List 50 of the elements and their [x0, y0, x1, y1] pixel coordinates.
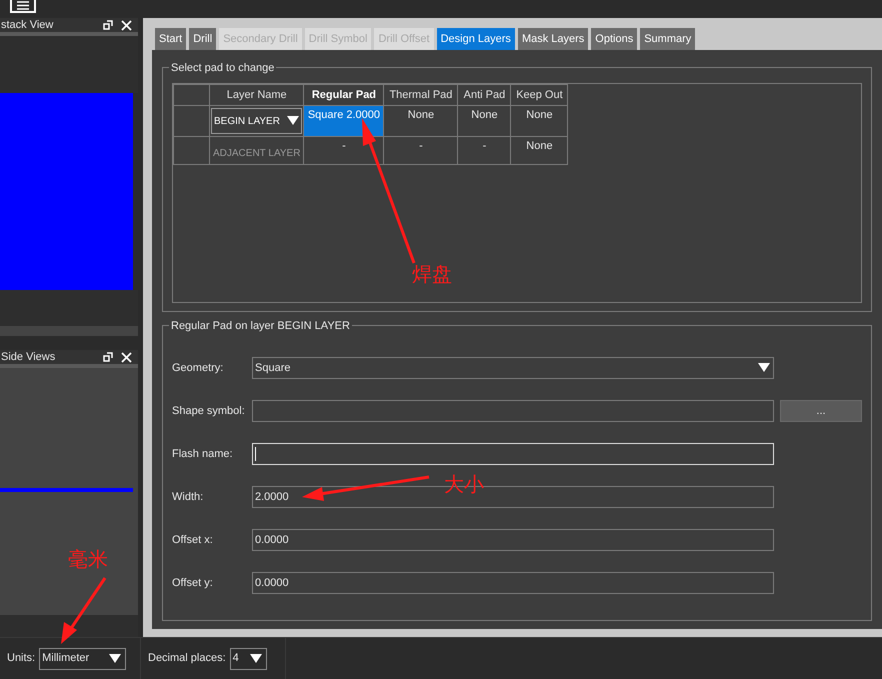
panel-title: stack View [0, 18, 54, 33]
table-cell[interactable]: None [510, 106, 568, 136]
close-icon[interactable] [121, 20, 132, 30]
field-label: Offset y: [172, 576, 214, 591]
tab[interactable]: Drill [189, 28, 216, 50]
tab[interactable]: Summary [640, 28, 696, 50]
tab[interactable]: Start [155, 28, 186, 50]
restore-icon[interactable] [103, 352, 113, 362]
table-cell[interactable]: None [458, 106, 511, 136]
caret-icon [109, 654, 122, 664]
field-label: Width: [172, 490, 204, 505]
caret-icon [250, 654, 262, 664]
caret-icon [287, 116, 300, 126]
geometry-dropdown[interactable]: Square [252, 357, 774, 379]
field-label: Geometry: [172, 360, 224, 376]
arrow [58, 576, 108, 646]
table-cell[interactable]: - [384, 136, 458, 164]
column-header: Anti Pad [458, 84, 511, 106]
column-header: Keep Out [510, 84, 568, 106]
table-cell[interactable]: Square 2.0000 [304, 106, 384, 136]
input-field[interactable]: 0.0000 [252, 529, 774, 551]
tab[interactable]: Options [591, 28, 638, 50]
column-header: Layer Name [210, 84, 304, 106]
layer-dropdown[interactable]: BEGIN LAYER [211, 108, 302, 134]
table-cell[interactable]: None [384, 106, 458, 136]
field-label: Flash name: [172, 446, 234, 462]
restore-icon[interactable] [103, 20, 113, 30]
field-label: Shape symbol: [172, 404, 246, 419]
close-icon[interactable] [121, 352, 132, 362]
caret-icon [758, 363, 770, 373]
browse-button[interactable]: ... [780, 400, 862, 422]
table-cell: ADJACENT LAYER [210, 136, 304, 164]
input-field[interactable] [252, 400, 774, 422]
annotation-text: 毫米 [68, 549, 108, 569]
annotation-text: 焊盘 [412, 264, 452, 284]
menu-icon[interactable] [10, 0, 36, 13]
table-cell[interactable]: None [510, 136, 568, 164]
group-title: Select pad to change [169, 60, 276, 76]
panel-title: Side Views [0, 350, 56, 365]
tab[interactable]: Design Layers [436, 28, 515, 50]
tab[interactable]: Mask Layers [518, 28, 588, 50]
column-header: Thermal Pad [384, 84, 458, 106]
group-title: Regular Pad on layer BEGIN LAYER [169, 318, 352, 334]
input-field[interactable]: 0.0000 [252, 572, 774, 594]
units-dropdown[interactable]: Millimeter [39, 648, 126, 670]
field-label: Decimal places: [148, 651, 226, 666]
field-label: Offset x: [172, 532, 214, 548]
field-label: Units: [7, 651, 36, 666]
table-cell[interactable]: - [458, 136, 511, 164]
decimal-places-dropdown[interactable]: 4 [230, 648, 267, 670]
